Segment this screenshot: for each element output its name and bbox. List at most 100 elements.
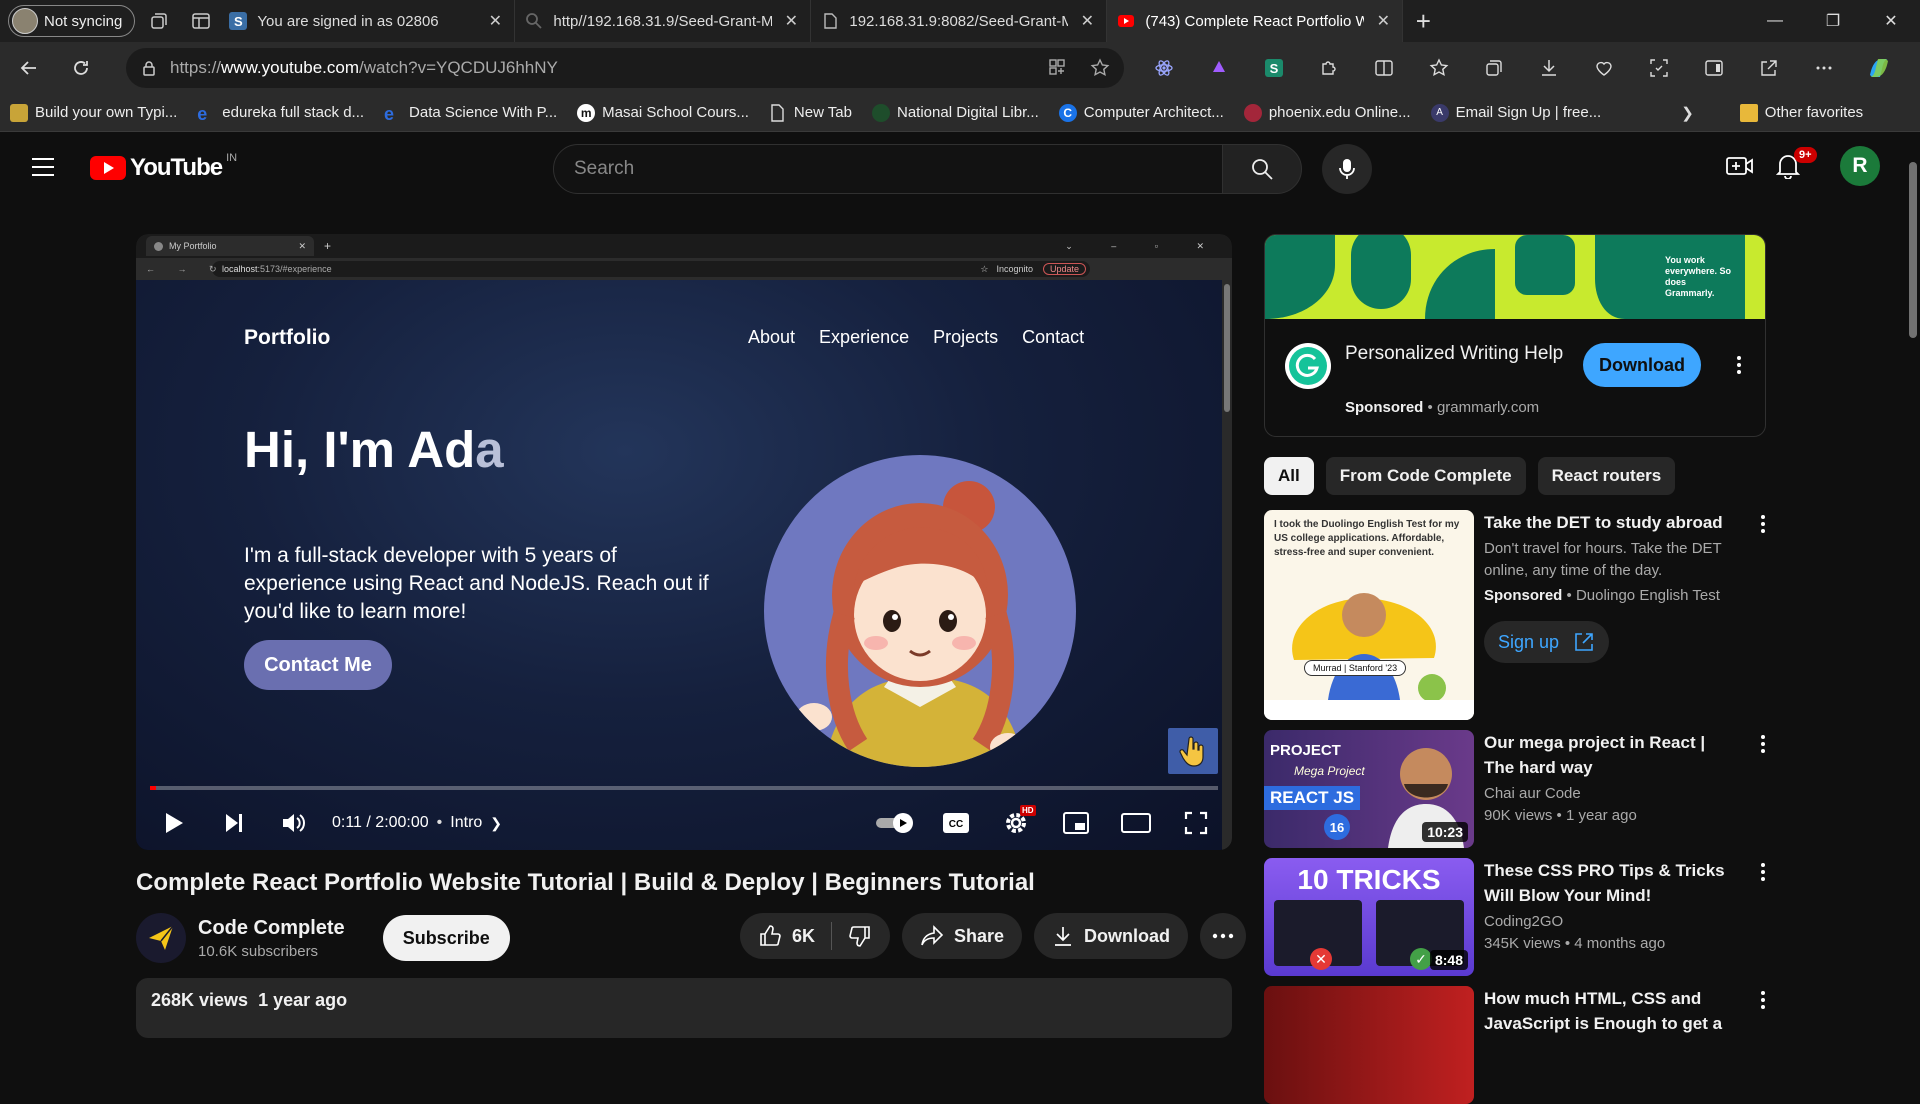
video-progress-bar[interactable]: [150, 786, 1218, 790]
youtube-logo[interactable]: YouTube IN: [90, 152, 237, 182]
sidebar-toggle-icon[interactable]: [1690, 48, 1738, 88]
back-icon[interactable]: [6, 48, 52, 88]
search-button[interactable]: [1222, 144, 1302, 194]
close-tab-icon[interactable]: ✕: [486, 11, 504, 31]
address-bar[interactable]: https://www.youtube.com/watch?v=YQCDUJ6h…: [126, 48, 1124, 88]
bookmark-item[interactable]: e Data Science With P...: [374, 104, 567, 124]
like-button[interactable]: [758, 924, 782, 948]
close-tab-icon[interactable]: ✕: [1374, 11, 1392, 31]
react-devtools-icon[interactable]: [1140, 48, 1188, 88]
chevron-right-icon[interactable]: ❯: [1681, 104, 1694, 122]
bookmark-item[interactable]: A Email Sign Up | free...: [1421, 103, 1612, 122]
video-thumbnail[interactable]: PROJECT Mega Project REACT JS 16 10:23: [1264, 730, 1474, 848]
ad-banner[interactable]: You work everywhere. So does Grammarly.: [1265, 235, 1765, 319]
browser-essentials-icon[interactable]: [1580, 48, 1628, 88]
recommendation-title[interactable]: Our mega project in React | The hard way: [1484, 730, 1736, 780]
account-avatar[interactable]: R: [1840, 146, 1880, 186]
next-video-button[interactable]: [204, 799, 264, 847]
bookmark-item[interactable]: e edureka full stack d...: [187, 104, 374, 124]
screenshot-icon[interactable]: [1635, 48, 1683, 88]
subscribe-button[interactable]: Subscribe: [382, 915, 510, 961]
ad-download-button[interactable]: Download: [1583, 343, 1701, 387]
more-actions-button[interactable]: [1200, 913, 1247, 959]
favorites-icon[interactable]: [1415, 48, 1463, 88]
split-screen-icon[interactable]: [1360, 48, 1408, 88]
sign-up-button[interactable]: Sign up: [1484, 621, 1610, 663]
more-vertical-icon[interactable]: [1760, 990, 1766, 1010]
browser-tab-1[interactable]: S You are signed in as 02806 ✕: [219, 0, 516, 42]
play-button[interactable]: [144, 799, 204, 847]
copilot-icon[interactable]: [1855, 48, 1903, 88]
autoplay-toggle[interactable]: [866, 799, 926, 847]
browser-tab-3[interactable]: 192.168.31.9:8082/Seed-Grant-M ✕: [811, 0, 1108, 42]
recommendation-item[interactable]: 10 TRICKS ✕ ✓ 8:48 These CSS PRO Tips & …: [1264, 858, 1766, 976]
recommendation-item[interactable]: How much HTML, CSS and JavaScript is Eno…: [1264, 986, 1766, 1104]
bookmark-item[interactable]: m Masai School Cours...: [567, 103, 759, 122]
chip-all[interactable]: All: [1264, 457, 1314, 495]
video-thumbnail[interactable]: [1264, 986, 1474, 1104]
fullscreen-button[interactable]: [1166, 799, 1226, 847]
video-thumbnail[interactable]: 10 TRICKS ✕ ✓ 8:48: [1264, 858, 1474, 976]
chip-react-routers[interactable]: React routers: [1537, 457, 1676, 495]
bookmark-item[interactable]: National Digital Libr...: [862, 103, 1049, 122]
recommendation-title[interactable]: Take the DET to study abroad: [1484, 510, 1736, 535]
recommendation-channel[interactable]: Chai aur Code: [1484, 783, 1736, 805]
miniplayer-button[interactable]: [1046, 799, 1106, 847]
bookmark-item[interactable]: New Tab: [759, 103, 862, 122]
extension-s-icon[interactable]: S: [1250, 48, 1298, 88]
recommendation-item[interactable]: PROJECT Mega Project REACT JS 16 10:23 O…: [1264, 730, 1766, 848]
share-page-icon[interactable]: [1745, 48, 1793, 88]
minimize-icon[interactable]: —: [1746, 0, 1804, 42]
browser-tab-4-active[interactable]: (743) Complete React Portfolio W ✕: [1107, 0, 1404, 42]
new-tab-icon[interactable]: +: [1403, 1, 1443, 41]
browser-tab-2[interactable]: http//192.168.31.9/Seed-Grant-M ✕: [515, 0, 812, 42]
recommendation-channel[interactable]: Coding2GO: [1484, 911, 1736, 933]
close-tab-icon[interactable]: ✕: [1078, 11, 1096, 31]
other-favorites[interactable]: Other favorites: [1730, 103, 1873, 122]
recommendation-sponsored[interactable]: I took the Duolingo English Test for my …: [1264, 510, 1766, 720]
notifications-bell-icon[interactable]: 9+: [1776, 147, 1817, 179]
recommendation-title[interactable]: These CSS PRO Tips & Tricks Will Blow Yo…: [1484, 858, 1736, 908]
bookmark-item[interactable]: Build your own Typi...: [0, 103, 187, 122]
close-tab-icon[interactable]: ✕: [782, 11, 800, 31]
dislike-button[interactable]: [848, 924, 872, 948]
more-vertical-icon[interactable]: [1727, 353, 1751, 377]
more-menu-icon[interactable]: [1800, 48, 1848, 88]
chip-from-channel[interactable]: From Code Complete: [1325, 457, 1526, 495]
maximize-icon[interactable]: ❐: [1804, 0, 1862, 42]
video-thumbnail[interactable]: I took the Duolingo English Test for my …: [1264, 510, 1474, 720]
bookmark-item[interactable]: phoenix.edu Online...: [1234, 103, 1421, 122]
refresh-icon[interactable]: [58, 48, 104, 88]
close-window-icon[interactable]: ✕: [1862, 0, 1920, 42]
subtitles-button[interactable]: CC: [926, 799, 986, 847]
share-button[interactable]: Share: [902, 913, 1023, 959]
tab-actions-icon[interactable]: [183, 3, 219, 39]
like-count[interactable]: 6K: [792, 926, 815, 947]
description-box[interactable]: 268K views 1 year ago: [136, 978, 1232, 1038]
page-scrollbar[interactable]: [1906, 142, 1920, 1020]
chapter-button[interactable]: Intro: [450, 814, 482, 832]
download-button[interactable]: Download: [1034, 913, 1189, 959]
create-video-icon[interactable]: [1726, 155, 1754, 177]
volume-button[interactable]: [264, 799, 324, 847]
more-vertical-icon[interactable]: [1760, 514, 1766, 534]
collections-icon[interactable]: [1470, 48, 1518, 88]
voice-search-button[interactable]: [1322, 144, 1372, 194]
app-available-icon[interactable]: [1048, 58, 1066, 78]
video-player[interactable]: My Portfolio ✕ + ⌄ – ▫ ✕ ← → ↻ localhost…: [136, 234, 1232, 850]
hamburger-menu-icon[interactable]: [30, 156, 56, 178]
favorite-star-icon[interactable]: [1090, 58, 1110, 78]
more-vertical-icon[interactable]: [1760, 862, 1766, 882]
channel-avatar[interactable]: [136, 913, 186, 963]
sponsored-ad-card[interactable]: You work everywhere. So does Grammarly. …: [1264, 234, 1766, 437]
search-input[interactable]: Search: [553, 144, 1223, 194]
downloads-icon[interactable]: [1525, 48, 1573, 88]
recommendation-title[interactable]: How much HTML, CSS and JavaScript is Eno…: [1484, 986, 1736, 1036]
profile-button[interactable]: Not syncing: [8, 5, 136, 37]
copilot-extension-icon[interactable]: [1195, 48, 1243, 88]
chevron-right-icon[interactable]: ❯: [490, 815, 502, 832]
extensions-puzzle-icon[interactable]: [1305, 48, 1353, 88]
settings-button[interactable]: HD: [986, 799, 1046, 847]
channel-name[interactable]: Code Complete: [198, 917, 345, 940]
lock-icon[interactable]: [142, 60, 156, 76]
